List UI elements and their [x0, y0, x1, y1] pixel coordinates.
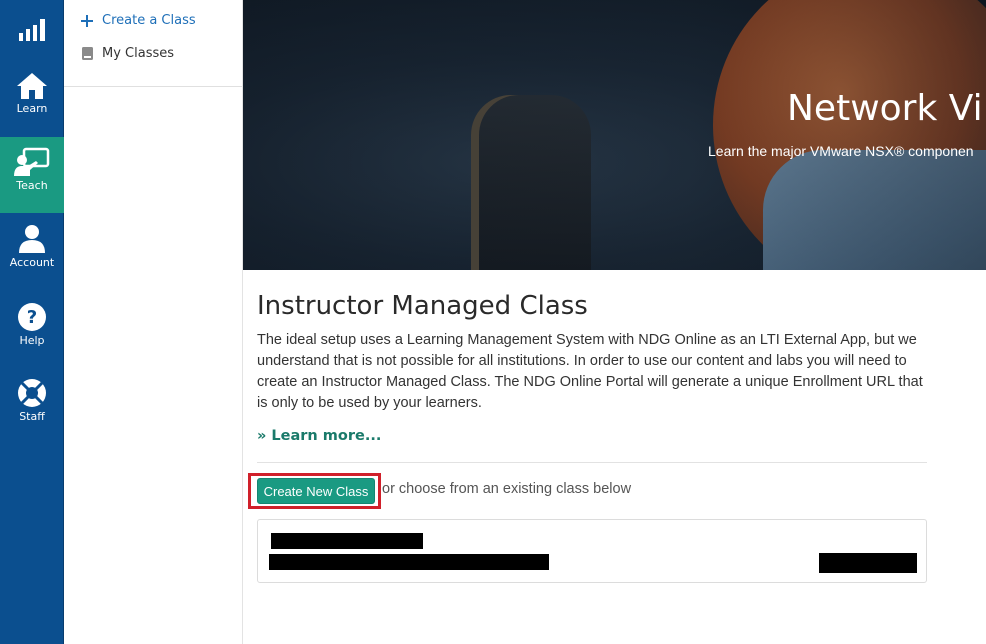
nav-help[interactable]: ? Help: [0, 292, 64, 368]
create-a-class-label: Create a Class: [102, 13, 196, 28]
intro-paragraph: The ideal setup uses a Learning Manageme…: [257, 332, 923, 411]
nav-teach-label: Teach: [16, 179, 48, 192]
plus-icon: [80, 14, 94, 27]
nav-learn-label: Learn: [16, 102, 48, 115]
hero-subtitle: Learn the major VMware NSX® componen: [708, 143, 974, 159]
teach-subnav: Create a Class My Classes: [64, 0, 243, 644]
nav-staff[interactable]: Staff: [0, 368, 64, 444]
lifebuoy-icon: [17, 378, 47, 408]
nav-help-label: Help: [19, 334, 45, 347]
existing-class-card[interactable]: [257, 519, 927, 583]
presenter-icon: [14, 147, 50, 177]
question-icon: ?: [17, 302, 47, 332]
svg-text:?: ?: [27, 307, 37, 328]
my-classes-link[interactable]: My Classes: [80, 46, 174, 61]
redacted-class-action: [819, 553, 917, 573]
create-a-class-link[interactable]: Create a Class: [80, 13, 196, 28]
nav-teach[interactable]: Teach: [0, 137, 64, 213]
create-new-class-button[interactable]: Create New Class: [257, 478, 375, 504]
home-icon: [16, 72, 48, 100]
hero-title: Network Vi: [787, 88, 983, 129]
main-nav-rail: Learn Teach Account ? Help Staff: [0, 0, 64, 644]
course-hero-banner: Network Vi Learn the major VMware NSX® c…: [243, 0, 986, 270]
my-classes-label: My Classes: [102, 46, 175, 61]
learn-more-link[interactable]: » Learn more...: [257, 428, 381, 444]
nav-account-label: Account: [9, 256, 55, 269]
hero-overlay: [243, 0, 986, 270]
book-icon: [80, 47, 94, 60]
user-icon: [17, 224, 47, 254]
section-divider: [257, 462, 927, 463]
nav-account[interactable]: Account: [0, 214, 64, 290]
redacted-class-details: [269, 554, 549, 570]
signal-bars-icon[interactable]: [0, 0, 64, 60]
redacted-class-name: [271, 533, 423, 549]
subnav-divider: [64, 86, 242, 87]
choose-existing-text: or choose from an existing class below: [382, 481, 632, 497]
nav-staff-label: Staff: [19, 410, 45, 423]
main-content: Instructor Managed Class The ideal setup…: [257, 288, 927, 463]
page-title: Instructor Managed Class: [257, 291, 588, 321]
nav-learn[interactable]: Learn: [0, 62, 64, 138]
